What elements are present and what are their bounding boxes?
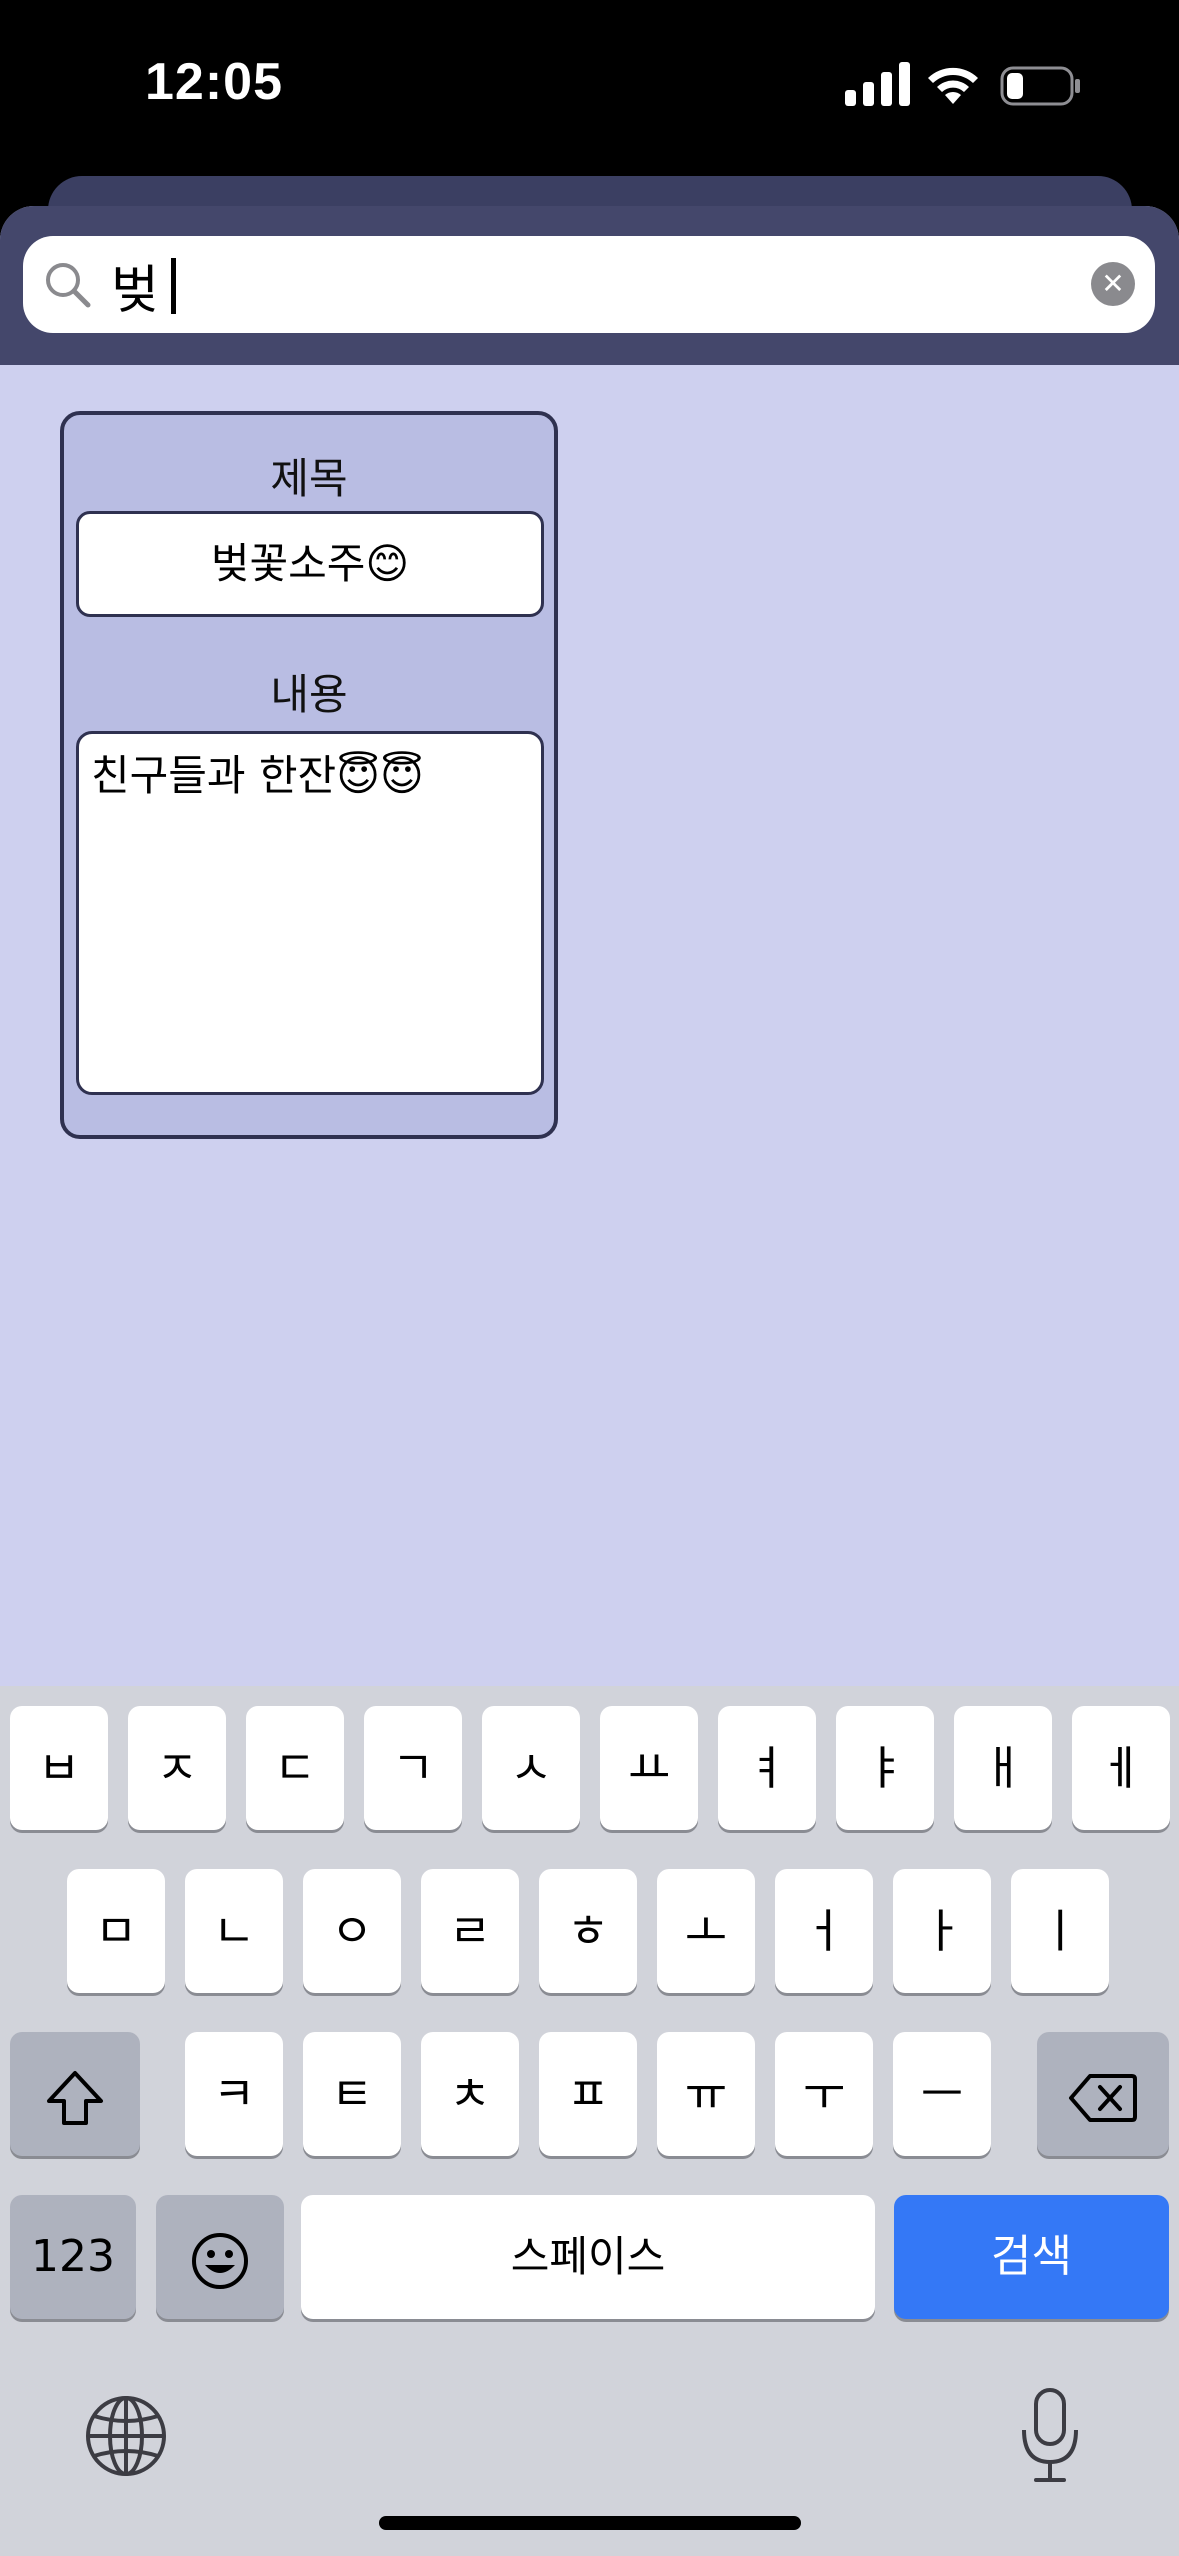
title-field[interactable]: 벚꽃소주😊 xyxy=(76,511,544,617)
delete-key[interactable] xyxy=(1037,2032,1169,2156)
key[interactable]: ㄱ xyxy=(364,1706,462,1830)
key[interactable]: ㅁ xyxy=(67,1869,165,1993)
wifi-icon xyxy=(928,67,978,104)
shift-icon xyxy=(47,2070,103,2125)
key[interactable]: ㅣ xyxy=(1011,1869,1109,1993)
clear-search-button[interactable]: ✕ xyxy=(1091,262,1135,306)
key[interactable]: ㄷ xyxy=(246,1706,344,1830)
search-bar[interactable]: ✕ xyxy=(23,236,1155,333)
search-header: ✕ xyxy=(0,206,1179,365)
key[interactable]: ㅑ xyxy=(836,1706,934,1830)
key[interactable]: ㅇ xyxy=(303,1869,401,1993)
title-label: 제목 xyxy=(270,454,348,503)
emoji-icon xyxy=(192,2232,248,2289)
status-bar: 12:05 xyxy=(0,0,1179,170)
key[interactable]: ㅓ xyxy=(775,1869,873,1993)
content-label: 내용 xyxy=(270,670,348,719)
cellular-signal-icon xyxy=(845,62,910,106)
key[interactable]: ㅋ xyxy=(185,2032,283,2156)
key[interactable]: ㅕ xyxy=(718,1706,816,1830)
keyboard: ㅂ ㅈ ㄷ ㄱ ㅅ ㅛ ㅕ ㅑ ㅐ ㅔ ㅁ ㄴ ㅇ ㄹ ㅎ ㅗ ㅓ ㅏ ㅣ ㅋ … xyxy=(0,1686,1179,2556)
shift-key[interactable] xyxy=(10,2032,140,2156)
key[interactable]: ㅜ xyxy=(775,2032,873,2156)
key[interactable]: ㅗ xyxy=(657,1869,755,1993)
key[interactable]: ㅎ xyxy=(539,1869,637,1993)
space-key[interactable]: 스페이스 xyxy=(301,2195,875,2319)
key[interactable]: ㅈ xyxy=(128,1706,226,1830)
key[interactable]: ㅂ xyxy=(10,1706,108,1830)
text-cursor xyxy=(171,258,176,314)
key[interactable]: ㅔ xyxy=(1072,1706,1170,1830)
key[interactable]: ㅌ xyxy=(303,2032,401,2156)
backspace-icon xyxy=(1069,2073,1137,2122)
key[interactable]: ㅏ xyxy=(893,1869,991,1993)
emoji-key[interactable] xyxy=(156,2195,284,2319)
battery-icon xyxy=(1000,66,1080,106)
search-sheet: ✕ 제목 벚꽃소주😊 내용 친구들과 한잔😇😇 xyxy=(0,206,1179,1686)
content-field[interactable]: 친구들과 한잔😇😇 xyxy=(76,731,544,1095)
key[interactable]: ㅠ xyxy=(657,2032,755,2156)
globe-icon[interactable] xyxy=(84,2394,168,2478)
search-icon xyxy=(46,263,91,308)
key[interactable]: ㄴ xyxy=(185,1869,283,1993)
numbers-key[interactable]: 123 xyxy=(10,2195,136,2319)
key[interactable]: ㅊ xyxy=(421,2032,519,2156)
memo-card[interactable]: 제목 벚꽃소주😊 내용 친구들과 한잔😇😇 xyxy=(60,411,558,1139)
key[interactable]: ㅐ xyxy=(954,1706,1052,1830)
search-key[interactable]: 검색 xyxy=(894,2195,1169,2319)
key[interactable]: ㅡ xyxy=(893,2032,991,2156)
microphone-icon[interactable] xyxy=(1014,2386,1086,2486)
key[interactable]: ㅍ xyxy=(539,2032,637,2156)
status-time: 12:05 xyxy=(145,53,283,111)
search-input[interactable] xyxy=(111,240,1071,330)
key[interactable]: ㅅ xyxy=(482,1706,580,1830)
key[interactable]: ㄹ xyxy=(421,1869,519,1993)
home-indicator xyxy=(379,2516,801,2530)
key[interactable]: ㅛ xyxy=(600,1706,698,1830)
